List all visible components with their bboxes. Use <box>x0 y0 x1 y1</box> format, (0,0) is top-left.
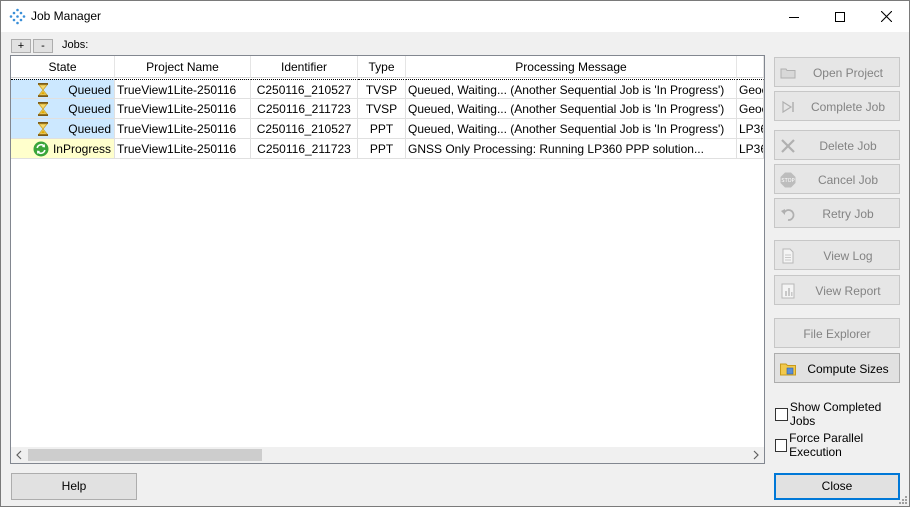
scrollbar-thumb[interactable] <box>28 449 262 461</box>
state-cell: Queued <box>11 99 115 119</box>
complete-job-button[interactable]: Complete Job <box>774 91 900 121</box>
view-report-button[interactable]: View Report <box>774 275 900 305</box>
type-cell: TVSP <box>358 79 406 99</box>
hourglass-icon <box>38 102 48 116</box>
hourglass-icon <box>38 83 48 97</box>
state-cell: Queued <box>11 79 115 99</box>
folder-open-icon <box>780 68 796 79</box>
cancel-job-label: Cancel Job <box>817 173 879 187</box>
retry-job-label: Retry Job <box>822 207 874 221</box>
scroll-left-icon[interactable] <box>13 449 25 461</box>
project-cell: TrueView1Lite-250116 <box>115 99 251 119</box>
state-label: Queued <box>68 83 111 97</box>
report-icon <box>781 283 795 299</box>
table-row[interactable]: InProgress TrueView1Lite-250116 C250116_… <box>11 139 764 159</box>
remove-job-button[interactable]: - <box>33 39 53 53</box>
message-cell: Queued, Waiting... (Another Sequential J… <box>406 99 737 119</box>
compute-sizes-button[interactable]: Compute Sizes <box>774 353 900 383</box>
cancel-job-button[interactable]: STOP Cancel Job <box>774 164 900 194</box>
column-header-type[interactable]: Type <box>358 56 406 78</box>
close-icon <box>880 11 892 22</box>
jobs-label: Jobs: <box>62 39 89 51</box>
overflow-cell: LP36 <box>737 119 764 139</box>
show-completed-jobs-checkbox[interactable]: Show Completed Jobs <box>775 400 909 428</box>
app-icon <box>9 8 26 25</box>
minimize-button[interactable] <box>771 1 817 32</box>
force-parallel-execution-checkbox[interactable]: Force Parallel Execution <box>775 431 909 459</box>
table-row[interactable]: Queued TrueView1Lite-250116 C250116_2105… <box>11 119 764 139</box>
state-label: Queued <box>68 122 111 136</box>
folder-icon <box>780 363 796 376</box>
delete-job-label: Delete Job <box>819 139 877 153</box>
delete-x-icon <box>781 139 795 153</box>
column-header-processing-message[interactable]: Processing Message <box>406 56 737 78</box>
project-cell: TrueView1Lite-250116 <box>115 139 251 159</box>
add-job-button[interactable]: + <box>11 39 31 53</box>
type-cell: TVSP <box>358 99 406 119</box>
state-label: Queued <box>68 102 111 116</box>
window-title: Job Manager <box>31 9 102 23</box>
identifier-cell: C250116_211723 <box>251 139 358 159</box>
open-project-label: Open Project <box>812 66 884 80</box>
column-header-overflow[interactable] <box>737 56 764 78</box>
identifier-cell: C250116_211723 <box>251 99 358 119</box>
overflow-cell: Geoc <box>737 79 764 99</box>
checkbox-box[interactable] <box>775 407 788 421</box>
complete-job-label: Complete Job <box>810 100 886 114</box>
table-row[interactable]: Queued TrueView1Lite-250116 C250116_2105… <box>11 79 764 99</box>
scroll-right-icon[interactable] <box>750 449 762 461</box>
identifier-cell: C250116_210527 <box>251 79 358 99</box>
svg-text:STOP: STOP <box>781 178 794 184</box>
document-icon <box>782 248 794 264</box>
title-bar: Job Manager <box>1 1 909 32</box>
identifier-cell: C250116_210527 <box>251 119 358 139</box>
view-log-button[interactable]: View Log <box>774 240 900 270</box>
file-explorer-label: File Explorer <box>803 327 871 341</box>
close-window-button[interactable] <box>863 1 909 32</box>
column-header-state[interactable]: State <box>11 56 115 78</box>
column-header-identifier[interactable]: Identifier <box>251 56 358 78</box>
undo-arrow-icon <box>781 209 795 221</box>
state-cell: InProgress <box>11 139 115 159</box>
message-cell: Queued, Waiting... (Another Sequential J… <box>406 79 737 99</box>
view-log-label: View Log <box>823 249 873 263</box>
force-parallel-execution-label: Force Parallel Execution <box>789 431 864 459</box>
state-cell: Queued <box>11 119 115 139</box>
retry-job-button[interactable]: Retry Job <box>774 198 900 228</box>
skip-forward-icon <box>782 100 794 114</box>
overflow-cell: Geoc <box>737 99 764 119</box>
message-cell: Queued, Waiting... (Another Sequential J… <box>406 119 737 139</box>
checkbox-box[interactable] <box>775 438 788 452</box>
project-cell: TrueView1Lite-250116 <box>115 79 251 99</box>
maximize-icon <box>835 11 845 22</box>
view-report-label: View Report <box>815 284 881 298</box>
refresh-icon <box>33 141 49 157</box>
hourglass-icon <box>38 122 48 136</box>
close-button[interactable]: Close <box>774 473 900 500</box>
open-project-button[interactable]: Open Project <box>774 57 900 87</box>
file-explorer-button[interactable]: File Explorer <box>774 318 900 348</box>
table-row[interactable]: Queued TrueView1Lite-250116 C250116_2117… <box>11 99 764 119</box>
overflow-cell: LP36 <box>737 139 764 159</box>
type-cell: PPT <box>358 139 406 159</box>
stop-sign-icon: STOP <box>780 172 796 188</box>
type-cell: PPT <box>358 119 406 139</box>
compute-sizes-label: Compute Sizes <box>807 362 889 376</box>
state-label: InProgress <box>52 142 111 156</box>
project-cell: TrueView1Lite-250116 <box>115 119 251 139</box>
horizontal-scrollbar[interactable] <box>11 447 764 463</box>
delete-job-button[interactable]: Delete Job <box>774 130 900 160</box>
help-button[interactable]: Help <box>11 473 137 500</box>
minimize-icon <box>789 16 799 18</box>
maximize-button[interactable] <box>817 1 863 32</box>
resize-grip-icon[interactable] <box>897 494 907 504</box>
column-header-project-name[interactable]: Project Name <box>115 56 251 78</box>
job-manager-window: Job Manager + - Jobs: State Project Name… <box>0 0 910 507</box>
jobs-table[interactable]: State Project Name Identifier Type Proce… <box>10 55 765 464</box>
message-cell: GNSS Only Processing: Running LP360 PPP … <box>406 139 737 159</box>
show-completed-jobs-label: Show Completed Jobs <box>789 400 882 428</box>
